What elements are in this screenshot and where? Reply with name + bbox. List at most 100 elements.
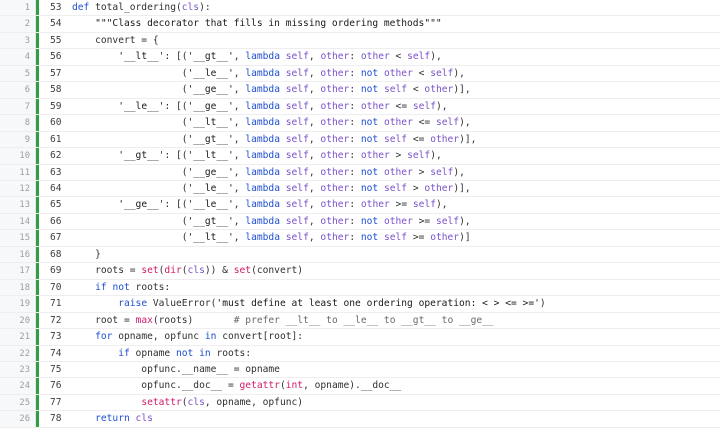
gutter-line-number: 19 [19, 299, 30, 310]
source-line-number: 53 [50, 2, 62, 13]
gutter-line-number: 7 [24, 101, 30, 112]
gutter-line-number: 22 [19, 348, 30, 359]
source-line-number: 76 [50, 380, 62, 392]
source-line-number: 58 [50, 84, 62, 96]
gutter-line-number: 2 [24, 19, 30, 30]
code-text: ('__gt__', lambda self, other: not other… [72, 215, 471, 227]
code-text: if opname not in roots: [118, 347, 252, 359]
code-text: roots = set(dir(cls)) & set(convert) [72, 265, 304, 277]
code-line: 5 57 ('__le__', lambda self, other: not o… [0, 66, 720, 83]
source-line-number: 63 [50, 166, 62, 178]
code-text: return cls [95, 413, 153, 425]
code-line: 15 67 ('__lt__', lambda self, other: not … [0, 230, 720, 247]
gutter-line-number: 17 [19, 266, 30, 277]
code-text: '__ge__': [('__le__', lambda self, other… [118, 199, 448, 211]
source-line-number: 66 [50, 215, 62, 227]
source-line-number: 64 [50, 182, 62, 194]
gutter-line-number: 15 [19, 233, 30, 244]
source-line-number: 72 [50, 314, 62, 326]
source-line-number: 61 [50, 133, 62, 145]
code-text: opfunc.__doc__ = getattr(int, opname).__… [72, 380, 402, 392]
code-line: 13 65 '__ge__': [('__le__', lambda self, … [0, 197, 720, 214]
code-text: for opname, opfunc in convert[root]: [95, 331, 304, 343]
source-line-number: 75 [50, 363, 62, 375]
code-lines: 1 53 def total_ordering(cls): 2 54 """Class … [0, 0, 720, 428]
code-line: 1 53 def total_ordering(cls): [0, 0, 720, 17]
gutter-line-number: 23 [19, 364, 30, 375]
source-line-number: 77 [50, 396, 62, 408]
code-text: root = max(roots) # prefer __lt__ to __l… [72, 314, 494, 326]
gutter-line-number: 24 [19, 381, 30, 392]
code-line: 14 66 ('__gt__', lambda self, other: not … [0, 214, 720, 231]
code-line: 6 58 ('__ge__', lambda self, other: not s… [0, 82, 720, 99]
gutter-line-number: 8 [24, 118, 30, 129]
code-text: convert = { [72, 34, 159, 46]
gutter-line-number: 6 [24, 85, 30, 96]
source-line-number: 65 [50, 199, 62, 211]
gutter-line-number: 16 [19, 249, 30, 260]
code-line: 4 56 '__lt__': [('__gt__', lambda self, o… [0, 49, 720, 66]
code-text: ('__lt__', lambda self, other: not self … [72, 232, 471, 244]
code-line: 17 69 roots = set(dir(cls)) & set(convert… [0, 263, 720, 280]
source-line-number: 74 [50, 347, 62, 359]
code-text: """Class decorator that fills in missing… [95, 18, 442, 30]
code-text: ('__le__', lambda self, other: not other… [72, 67, 465, 79]
code-line: 2 54 """Class decorator that fills in mis… [0, 16, 720, 33]
source-line-number: 69 [50, 265, 62, 277]
gutter-line-number: 3 [24, 35, 30, 46]
code-line: 18 70 if not roots: [0, 280, 720, 297]
code-line: 11 63 ('__ge__', lambda self, other: not … [0, 165, 720, 181]
source-line-number: 67 [50, 232, 62, 244]
source-line-number: 78 [50, 413, 62, 425]
code-line: 12 64 ('__le__', lambda self, other: not … [0, 181, 720, 198]
code-text: if not roots: [95, 281, 171, 293]
code-text: ('__gt__', lambda self, other: not self … [72, 133, 477, 145]
code-text: ('__ge__', lambda self, other: not self … [72, 84, 471, 96]
gutter-line-number: 26 [19, 414, 30, 425]
code-line: 26 78 return cls [0, 411, 720, 428]
source-line-number: 54 [50, 18, 62, 30]
code-text: setattr(cls, opname, opfunc) [141, 396, 304, 408]
code-line: 7 59 '__le__': [('__ge__', lambda self, o… [0, 99, 720, 116]
source-line-number: 59 [50, 100, 62, 112]
code-text: } [72, 248, 101, 260]
source-line-number: 55 [50, 34, 62, 46]
code-text: '__gt__': [('__lt__', lambda self, other… [118, 150, 442, 162]
source-line-number: 68 [50, 248, 62, 260]
code-line: 21 73 for opname, opfunc in convert[root]… [0, 329, 720, 346]
code-text: opfunc.__name__ = opname [72, 363, 280, 375]
code-text: raise ValueError('must define at least o… [118, 298, 546, 310]
gutter-line-number: 14 [19, 216, 30, 227]
code-line: 20 72 root = max(roots) # prefer __lt__ t… [0, 313, 720, 330]
gutter-line-number: 21 [19, 332, 30, 343]
gutter-line-number: 20 [19, 315, 30, 326]
source-line-number: 73 [50, 331, 62, 343]
code-line: 16 68 } [0, 247, 720, 264]
source-line-number: 60 [50, 117, 62, 129]
code-line: 19 71 raise ValueError('must define at le… [0, 296, 720, 313]
code-line: 23 75 opfunc.__name__ = opname [0, 362, 720, 379]
source-line-number: 56 [50, 51, 62, 63]
code-text: ('__lt__', lambda self, other: not other… [72, 117, 471, 129]
code-text: ('__le__', lambda self, other: not self … [72, 182, 471, 194]
code-line: 22 74 if opname not in roots: [0, 346, 720, 362]
code-text: ('__ge__', lambda self, other: not other… [72, 166, 465, 178]
gutter-line-number: 18 [19, 282, 30, 293]
code-line: 24 76 opfunc.__doc__ = getattr(int, opnam… [0, 378, 720, 395]
code-viewer: 1 53 def total_ordering(cls): 2 54 """Class … [0, 0, 720, 428]
gutter-line-number: 5 [24, 68, 30, 79]
gutter-line-number: 1 [24, 3, 30, 13]
source-line-number: 62 [50, 150, 62, 162]
gutter-line-number: 12 [19, 183, 30, 194]
source-line-number: 57 [50, 67, 62, 79]
code-text: def total_ordering(cls): [72, 2, 211, 13]
code-line: 3 55 convert = { [0, 33, 720, 50]
gutter-line-number: 4 [24, 52, 30, 63]
code-text: '__lt__': [('__gt__', lambda self, other… [118, 51, 442, 63]
code-line: 9 61 ('__gt__', lambda self, other: not s… [0, 132, 720, 149]
code-text: '__le__': [('__ge__', lambda self, other… [118, 100, 448, 112]
code-line: 8 60 ('__lt__', lambda self, other: not o… [0, 115, 720, 132]
source-line-number: 70 [50, 281, 62, 293]
gutter-line-number: 11 [19, 167, 30, 178]
gutter-line-number: 25 [19, 397, 30, 408]
